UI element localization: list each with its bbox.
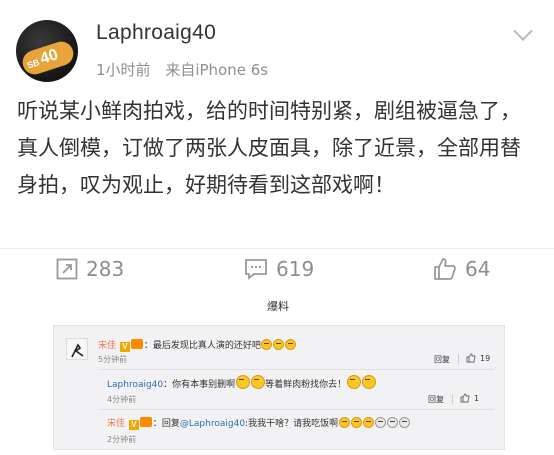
comment-1-like-button[interactable]: 19 — [466, 353, 490, 363]
thumb-icon — [466, 353, 476, 363]
emoji-icon — [346, 375, 361, 389]
emoji-icon — [235, 375, 250, 389]
comment-1-text: ：最后发现比真人演的还好吧 — [143, 341, 261, 351]
comment-1-reply-button[interactable]: 回复 — [434, 354, 450, 365]
verified-icon: V — [119, 342, 130, 352]
comment-3-text-b: :我我干啥？请我吃饭啊 — [245, 419, 339, 429]
comment-2-text-b: 等着鲜肉粉找你去！ — [265, 380, 347, 390]
repost-icon — [56, 258, 78, 280]
comment-2-likes: 1 — [474, 393, 480, 403]
weibo-post: SB40 Laphroaig40 1小时前 来自iPhone 6s 听说某小鲜肉… — [0, 0, 554, 250]
divider — [452, 394, 453, 404]
divider — [99, 369, 494, 370]
like-button[interactable]: 64 — [433, 257, 490, 281]
vip-icon — [139, 417, 152, 427]
comment-2-time: 4分钟前 — [107, 395, 137, 404]
emoji-icon — [398, 417, 410, 428]
repost-count: 283 — [86, 257, 125, 281]
avatar-number: 40 — [38, 46, 61, 68]
avatar[interactable]: SB40 — [16, 20, 78, 82]
avatar-badge: SB40 — [19, 38, 77, 78]
comment-1-likes: 19 — [480, 353, 491, 363]
comment-button[interactable]: 619 — [244, 257, 314, 281]
comment-2-author[interactable]: Laphroaig40 — [107, 380, 163, 390]
emoji-icon — [374, 417, 386, 428]
divider — [99, 409, 494, 410]
comment-2-reply-button[interactable]: 回复 — [428, 394, 444, 405]
verified-icon: V — [128, 420, 139, 430]
thumb-icon — [460, 393, 470, 403]
divider — [458, 354, 459, 364]
emoji-icon — [386, 417, 398, 428]
post-content: 听说某小鲜肉拍戏，给的时间特别紧，剧组被逼急了，真人倒模，订做了两张人皮面具，除… — [17, 99, 521, 197]
chevron-down-icon[interactable] — [513, 21, 533, 41]
comment-icon — [245, 259, 267, 280]
comment-2-text-a: ：你有本事别删啊 — [163, 380, 236, 390]
comment-3-time: 2分钟前 — [107, 435, 137, 444]
vip-icon — [130, 339, 143, 349]
comment-1-author[interactable]: 宋佳 — [98, 341, 116, 351]
emoji-icon — [338, 417, 350, 428]
post-source: 来自iPhone 6s — [165, 61, 269, 79]
post-meta: 1小时前 来自iPhone 6s — [96, 59, 278, 80]
comment-2: Laphroaig40：你有本事别删啊 等着鲜肉粉找你去！ — [107, 375, 376, 390]
emoji-icon — [361, 375, 376, 389]
comments-panel: 宋佳 V ：最后发现比真人演的还好吧 5分钟前 回复 19 Laphroaig40… — [53, 325, 505, 450]
post-username[interactable]: Laphroaig40 — [96, 21, 216, 45]
screenshot-caption: 爆料 — [267, 300, 289, 313]
commenter-avatar[interactable] — [66, 338, 88, 360]
comment-3-mention[interactable]: @Laphroaig40 — [180, 419, 245, 429]
comment-3-author[interactable]: 宋佳 — [107, 419, 125, 429]
avatar-text: SB — [25, 57, 41, 71]
emoji-icon — [250, 375, 265, 389]
action-bar: 283 619 64 — [0, 248, 554, 294]
emoji-icon — [261, 339, 273, 350]
repost-button[interactable]: 283 — [56, 257, 124, 281]
comment-3: 宋佳 V ：回复@Laphroaig40:我我干啥？请我吃饭啊 — [107, 416, 410, 430]
comment-3-text-a: ：回复 — [152, 419, 180, 429]
comment-1-time: 5分钟前 — [98, 355, 128, 364]
emoji-icon — [285, 339, 297, 350]
like-icon — [434, 258, 456, 280]
emoji-icon — [362, 417, 374, 428]
comment-2-like-button[interactable]: 1 — [460, 393, 479, 403]
emoji-icon — [350, 417, 362, 428]
emoji-icon — [273, 339, 285, 350]
like-count: 64 — [465, 257, 491, 281]
comment-1: 宋佳 V ：最后发现比真人演的还好吧 — [98, 338, 297, 352]
post-time: 1小时前 — [96, 61, 151, 79]
comment-count: 619 — [276, 257, 315, 281]
